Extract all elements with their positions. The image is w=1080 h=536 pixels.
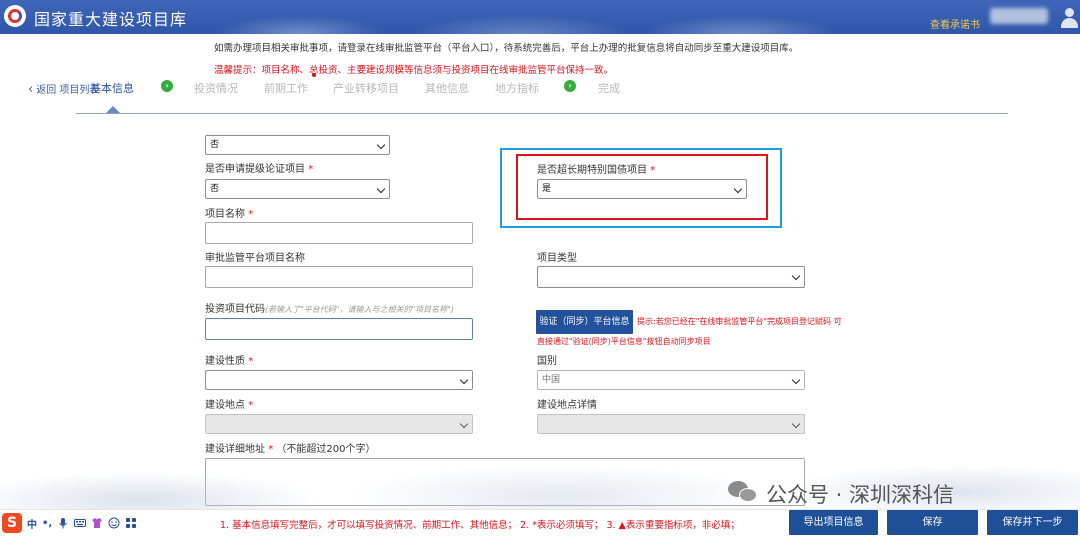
emoji-icon[interactable] bbox=[108, 517, 120, 529]
current-step-pointer-icon bbox=[106, 106, 120, 113]
steps-divider bbox=[76, 113, 1008, 114]
platform-project-name-label: 审批监管平台项目名称 bbox=[205, 253, 305, 264]
select-value: 否 bbox=[210, 140, 220, 150]
username-redacted[interactable] bbox=[990, 8, 1048, 24]
required-mark: * bbox=[248, 400, 254, 411]
step-other-info[interactable]: 其他信息 bbox=[425, 80, 469, 96]
step-basic-info[interactable]: 基本信息 bbox=[90, 80, 134, 96]
label-text: 建设地点 bbox=[205, 400, 245, 411]
select-value: 否 bbox=[210, 184, 220, 194]
app-logo-icon bbox=[4, 5, 26, 27]
chevron-down-icon bbox=[376, 184, 386, 194]
ime-punct-toggle[interactable]: •, bbox=[42, 518, 52, 529]
investment-code-hint: (若输入了"平台代码"，请输入与之相关的"项目名称") bbox=[265, 305, 454, 314]
notice-text: 如需办理项目相关审批事项，请登录在线审批监管平台（平台入口），待系统完善后，平台… bbox=[214, 43, 799, 54]
sogou-ime-logo-icon[interactable]: S bbox=[2, 513, 22, 533]
step-complete-check-icon: › bbox=[564, 80, 576, 92]
investment-code-label: 投资项目代码(若输入了"平台代码"，请输入与之相关的"项目名称") bbox=[205, 300, 454, 315]
required-mark: * bbox=[308, 164, 314, 175]
label-text: 建设性质 bbox=[205, 356, 245, 367]
toolbox-grid-icon[interactable] bbox=[125, 517, 137, 529]
project-name-input[interactable] bbox=[205, 222, 473, 244]
location-label: 建设地点 * bbox=[205, 396, 253, 411]
verify-hint-line2: 直接通过"验证(同步)平台信息"按钮自动同步项目 bbox=[537, 337, 711, 346]
verify-hint-line1: 提示:若您已经在"在线审批监管平台"完成项目登记赋码 可 bbox=[637, 317, 842, 326]
country-select[interactable]: 中国 bbox=[537, 370, 805, 390]
select-value: 是 bbox=[542, 184, 552, 194]
step-preliminary-work[interactable]: 前期工作 bbox=[264, 80, 308, 96]
chevron-down-icon bbox=[459, 375, 469, 385]
wechat-icon bbox=[728, 481, 758, 505]
project-name-label: 项目名称 * bbox=[205, 205, 253, 220]
save-button[interactable]: 保存 bbox=[887, 510, 978, 535]
app-title: 国家重大建设项目库 bbox=[34, 10, 188, 29]
ultra-long-bond-select[interactable]: 是 bbox=[537, 179, 747, 199]
step-alert-dot bbox=[312, 73, 316, 77]
export-project-button[interactable]: 导出项目信息 bbox=[789, 510, 878, 535]
verify-sync-platform-button[interactable]: 验证（同步）平台信息 bbox=[536, 310, 633, 334]
user-avatar-icon[interactable] bbox=[1060, 6, 1078, 28]
location-detail-label: 建设地点详情 bbox=[537, 400, 597, 411]
step-complete-check-icon: › bbox=[161, 80, 173, 92]
step-local-indicators[interactable]: 地方指标 bbox=[495, 80, 539, 96]
warm-tip-text: 温馨提示：项目名称、总投资、主要建设规模等信息须与投资项目在线审批监管平台保持一… bbox=[214, 65, 614, 76]
chevron-down-icon bbox=[733, 184, 743, 194]
step-finish[interactable]: 完成 bbox=[598, 80, 620, 96]
address-label: 建设详细地址 * （不能超过200个字） bbox=[205, 440, 375, 455]
keyboard-icon[interactable] bbox=[74, 517, 87, 529]
view-commitment-link[interactable]: 查看承诺书 bbox=[930, 16, 980, 31]
investment-code-input[interactable] bbox=[205, 318, 473, 340]
label-text: 项目名称 bbox=[205, 209, 245, 220]
label-text: 建设详细地址 bbox=[205, 444, 265, 455]
chevron-left-icon: ‹ bbox=[28, 82, 34, 97]
chevron-down-icon bbox=[791, 271, 801, 281]
label-text: 是否超长期特别国债项目 bbox=[537, 165, 647, 176]
step-investment[interactable]: 投资情况 bbox=[194, 80, 238, 96]
cut-off-field-select[interactable]: 否 bbox=[205, 135, 390, 155]
chevron-down-icon bbox=[376, 140, 386, 150]
ime-lang-toggle[interactable]: 中 bbox=[27, 516, 37, 531]
location-select[interactable] bbox=[205, 414, 473, 434]
header-mountain-decoration bbox=[180, 0, 940, 34]
project-type-select[interactable] bbox=[537, 266, 805, 288]
chevron-down-icon bbox=[791, 419, 801, 429]
cut-off-field-label bbox=[205, 120, 375, 130]
required-mark: * bbox=[650, 165, 656, 176]
address-note: （不能超过200个字） bbox=[276, 444, 376, 455]
construction-nature-select[interactable] bbox=[205, 370, 473, 390]
ultra-long-bond-label: 是否超长期特别国债项目 * bbox=[537, 161, 655, 176]
construction-nature-label: 建设性质 * bbox=[205, 352, 253, 367]
label-text: 是否申请提级论证项目 bbox=[205, 164, 305, 175]
chevron-down-icon bbox=[459, 419, 469, 429]
address-textarea[interactable] bbox=[205, 458, 805, 506]
select-value: 中国 bbox=[542, 375, 561, 385]
upgrade-demo-label: 是否申请提级论证项目 * bbox=[205, 160, 313, 175]
upgrade-demo-select[interactable]: 否 bbox=[205, 179, 390, 199]
platform-project-name-input[interactable] bbox=[205, 266, 473, 288]
skin-shirt-icon[interactable] bbox=[91, 517, 103, 529]
label-text: 投资项目代码 bbox=[205, 304, 265, 315]
microphone-icon[interactable] bbox=[57, 517, 69, 529]
footer-instructions: 1. 基本信息填写完整后，才可以填写投资情况、前期工作、其他信息； 2. *表示… bbox=[220, 520, 740, 531]
required-mark: * bbox=[248, 356, 254, 367]
required-mark: * bbox=[268, 444, 274, 455]
step-industry-transfer[interactable]: 产业转移项目 bbox=[333, 80, 399, 96]
required-mark: * bbox=[248, 209, 254, 220]
project-type-label: 项目类型 bbox=[537, 253, 577, 264]
country-label: 国别 bbox=[537, 356, 557, 367]
back-to-list-link[interactable]: ‹ 返回 项目列表 bbox=[28, 81, 99, 97]
save-and-next-button[interactable]: 保存并下一步 bbox=[987, 510, 1078, 535]
chevron-down-icon bbox=[791, 375, 801, 385]
watermark-text: 公众号 · 深圳深科信 bbox=[766, 483, 955, 507]
ime-toolbar[interactable]: S 中 •, bbox=[2, 513, 137, 533]
location-detail-select[interactable] bbox=[537, 414, 805, 434]
